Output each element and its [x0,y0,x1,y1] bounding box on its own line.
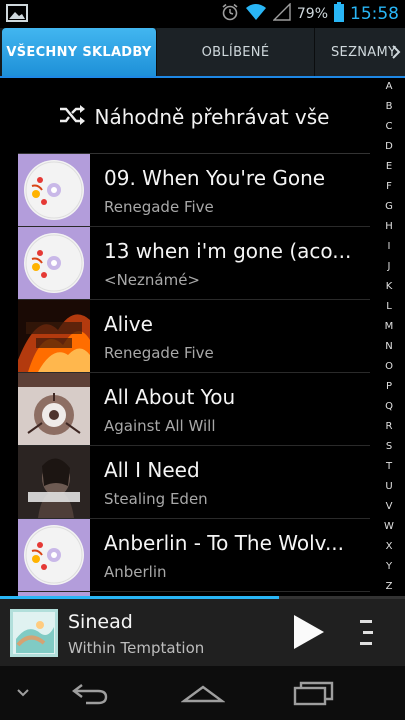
chevron-right-icon[interactable] [389,28,403,76]
index-letter[interactable]: A [386,82,393,92]
index-letter[interactable]: G [385,202,393,212]
default-disc-art [18,519,90,591]
alphabet-index[interactable]: A B C D E F G H I J K L M N O P Q R S T … [378,82,400,592]
index-letter[interactable]: U [385,482,392,492]
song-title: All I Need [104,458,200,482]
index-letter[interactable]: H [385,222,393,232]
song-title: Anberlin - To The Wolv... [104,531,345,555]
song-title: Alive [104,312,153,336]
gallery-notification-icon [6,4,28,22]
default-disc-art [18,227,90,299]
index-letter[interactable]: W [384,522,394,532]
index-letter[interactable]: C [386,122,393,132]
tab-all-songs[interactable]: VŠECHNY SKLADBY [2,28,157,76]
index-letter[interactable]: Z [386,582,393,592]
list-item[interactable]: All I Need Stealing Eden [18,446,370,519]
song-artist: <Neznámé> [104,271,200,289]
index-letter[interactable]: X [386,542,393,552]
index-letter[interactable]: Y [386,562,392,572]
song-artist: Renegade Five [104,344,214,362]
play-icon [294,615,324,649]
home-icon[interactable] [180,676,226,710]
shuffle-all-label: Náhodně přehrávat vše [94,104,330,129]
song-artist: Against All Will [104,417,216,435]
now-playing-album-art [10,609,58,657]
menu-icon [360,620,373,645]
against-all-will-album-art [18,373,90,445]
index-letter[interactable]: V [386,502,393,512]
hide-keyboard-chevron-icon[interactable] [12,676,34,710]
index-letter[interactable]: K [386,282,393,292]
list-item[interactable]: 09. When You're Gone Renegade Five [18,154,370,227]
battery-icon [334,2,344,26]
song-list[interactable]: 09. When You're Gone Renegade Five 13 wh… [18,154,370,596]
shuffle-all-button[interactable]: Náhodně přehrávat vše [18,80,370,154]
battery-percent: 79% [296,6,328,22]
now-playing-title: Sinead [68,611,133,633]
index-letter[interactable]: D [385,142,393,152]
back-icon[interactable] [68,676,112,710]
index-letter[interactable]: R [386,422,393,432]
list-item[interactable]: Anberlin - To The Wolv... Anberlin [18,519,370,592]
wifi-icon [245,3,267,25]
index-letter[interactable]: J [388,262,391,272]
index-letter[interactable]: I [388,242,391,252]
now-playing-bar[interactable]: Sinead Within Temptation [0,599,405,666]
index-letter[interactable]: E [386,162,392,172]
queue-menu-button[interactable] [356,617,380,649]
clock: 15:58 [350,4,399,24]
index-letter[interactable]: P [386,382,392,392]
index-letter[interactable]: S [386,442,392,452]
now-playing-artist: Within Temptation [68,639,205,657]
default-disc-art [18,154,90,226]
index-letter[interactable]: B [386,102,393,112]
index-letter[interactable]: T [386,462,392,472]
index-letter[interactable]: L [386,302,392,312]
song-title: 13 when i'm gone (aco... [104,239,352,263]
signal-icon [272,2,291,25]
index-letter[interactable]: F [386,182,392,192]
song-artist: Stealing Eden [104,490,208,508]
play-button[interactable] [290,613,326,651]
list-item[interactable]: 13 when i'm gone (aco... <Neznámé> [18,227,370,300]
index-letter[interactable]: N [385,342,392,352]
tab-bar: VŠECHNY SKLADBY OBLÍBENÉ SEZNAMY [0,28,405,78]
song-title: 09. When You're Gone [104,166,326,190]
index-letter[interactable]: O [385,362,393,372]
shuffle-icon [59,104,85,129]
index-letter[interactable]: Q [385,402,393,412]
song-artist: Anberlin [104,563,167,581]
status-bar: 79% 15:58 [0,0,405,28]
list-item[interactable]: All About You Against All Will [18,373,370,446]
index-letter[interactable]: M [385,322,394,332]
song-artist: Renegade Five [104,198,214,216]
alarm-icon [221,3,239,25]
renegade-five-album-art [18,300,90,372]
list-item[interactable]: Alive Renegade Five [18,300,370,373]
recent-apps-icon[interactable] [292,676,336,710]
system-nav-bar [0,666,405,720]
tab-favorites[interactable]: OBLÍBENÉ [157,28,315,76]
song-title: All About You [104,385,236,409]
stealing-eden-album-art [18,446,90,518]
